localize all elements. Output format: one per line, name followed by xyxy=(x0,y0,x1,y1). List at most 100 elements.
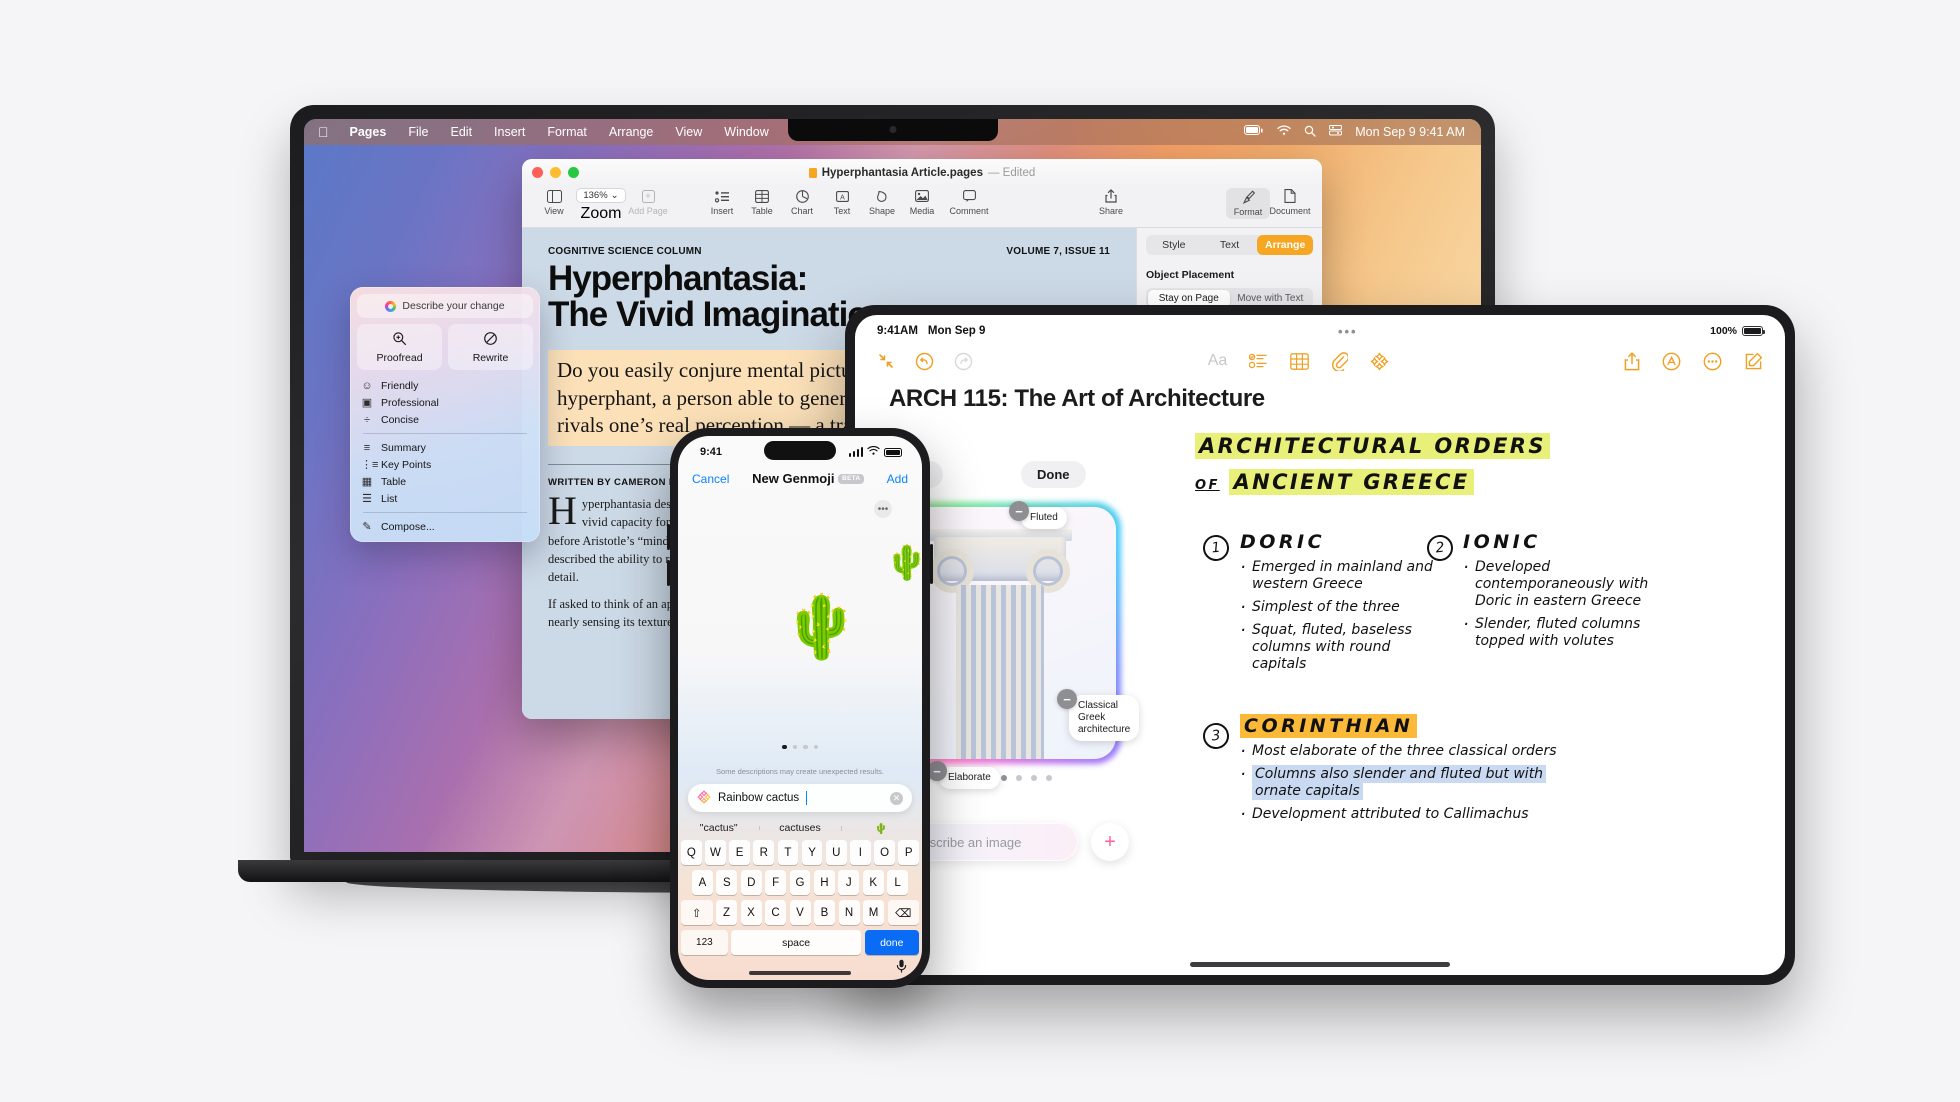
page-dot-3[interactable] xyxy=(1031,775,1037,781)
menu-item-view[interactable]: View xyxy=(664,125,713,139)
page-dot-4[interactable] xyxy=(1046,775,1052,781)
key-y[interactable]: Y xyxy=(801,840,823,865)
tab-arrange[interactable]: Arrange xyxy=(1257,235,1313,255)
tag-elaborate[interactable]: Elaborate xyxy=(939,767,1000,789)
space-key[interactable]: space xyxy=(731,930,861,955)
ipad-multitask-handle[interactable]: ••• xyxy=(985,324,1710,339)
menu-item-file[interactable]: File xyxy=(397,125,439,139)
describe-change-field[interactable]: Describe your change xyxy=(357,294,533,318)
key-a[interactable]: A xyxy=(692,870,713,895)
key-u[interactable]: U xyxy=(825,840,847,865)
toolbar-media-button[interactable]: Media xyxy=(902,188,942,216)
toolbar-share-button[interactable]: Share xyxy=(1091,188,1131,216)
key-f[interactable]: F xyxy=(765,870,787,895)
key-p[interactable]: P xyxy=(898,840,920,865)
rewrite-button[interactable]: Rewrite xyxy=(448,324,533,370)
page-dot-1[interactable] xyxy=(1001,775,1007,781)
toolbar-table-button[interactable]: Table xyxy=(742,188,782,216)
compose-icon[interactable] xyxy=(1744,352,1763,371)
key-v[interactable]: V xyxy=(789,900,811,925)
microphone-icon[interactable] xyxy=(896,959,907,976)
remove-tag-fluted-button[interactable]: − xyxy=(1009,501,1029,521)
toolbar-format-button[interactable]: Format xyxy=(1226,188,1270,219)
key-k[interactable]: K xyxy=(862,870,884,895)
toolbar-chart-button[interactable]: Chart xyxy=(782,188,822,216)
remove-tag-elaborate-button[interactable]: − xyxy=(927,761,947,781)
key-j[interactable]: J xyxy=(838,870,860,895)
attachment-icon[interactable] xyxy=(1331,351,1349,371)
toolbar-zoom-control[interactable]: 136% ⌄ Zoom xyxy=(574,188,628,223)
format-key-points[interactable]: ⋮≡ Key Points xyxy=(361,456,529,473)
clear-icon[interactable]: ✕ xyxy=(890,791,903,805)
toolbar-comment-button[interactable]: Comment xyxy=(942,188,996,216)
note-title[interactable]: ARCH 115: The Art of Architecture xyxy=(855,381,1785,413)
menu-item-window[interactable]: Window xyxy=(713,125,779,139)
proofread-button[interactable]: Proofread xyxy=(357,324,442,370)
toolbar-shape-button[interactable]: Shape xyxy=(862,188,902,216)
key-b[interactable]: B xyxy=(814,900,835,925)
key-o[interactable]: O xyxy=(874,840,895,865)
key-m[interactable]: M xyxy=(863,900,884,925)
toolbar-document-button[interactable]: Document xyxy=(1269,188,1311,216)
checklist-icon[interactable] xyxy=(1249,353,1268,369)
prediction-3[interactable]: 🌵 xyxy=(840,822,922,835)
prediction-2[interactable]: cactuses xyxy=(759,822,840,834)
key-d[interactable]: D xyxy=(740,870,762,895)
toolbar-insert-button[interactable]: Insert xyxy=(702,188,742,216)
notes-canvas[interactable]: ARCHITECTURAL ORDERS OF ANCIENT GREECE 1… xyxy=(855,413,1785,975)
power-button[interactable] xyxy=(930,544,933,584)
markup-icon[interactable] xyxy=(1662,352,1681,371)
toolbar-add-page-button[interactable]: + Add Page xyxy=(628,188,668,216)
key-l[interactable]: L xyxy=(887,870,909,895)
key-e[interactable]: E xyxy=(729,840,750,865)
genmoji-dot-4[interactable] xyxy=(813,744,818,749)
compose-item[interactable]: ✎ Compose... xyxy=(361,518,529,535)
menu-item-arrange[interactable]: Arrange xyxy=(598,125,664,139)
key-h[interactable]: H xyxy=(813,870,835,895)
menu-item-format[interactable]: Format xyxy=(536,125,598,139)
battery-icon[interactable] xyxy=(1244,125,1264,139)
toolbar-text-button[interactable]: A Text xyxy=(822,188,862,216)
control-center-icon[interactable] xyxy=(1329,125,1343,139)
tone-professional[interactable]: ▣ Professional xyxy=(361,394,529,411)
text-format-icon[interactable]: Aa xyxy=(1208,353,1228,369)
key-g[interactable]: G xyxy=(789,870,811,895)
done-key[interactable]: done xyxy=(864,930,919,955)
menu-item-insert[interactable]: Insert xyxy=(483,125,536,139)
redo-icon[interactable] xyxy=(954,352,973,371)
wifi-icon[interactable] xyxy=(1277,125,1291,139)
key-t[interactable]: T xyxy=(777,840,799,865)
format-table[interactable]: ▦ Table xyxy=(361,473,529,490)
apple-intelligence-icon[interactable] xyxy=(1370,352,1389,371)
genmoji-prompt-input[interactable]: Rainbow cactus ✕ xyxy=(688,784,912,812)
genmoji-preview-area[interactable]: 🌵 🌵 🌵 ••• xyxy=(678,488,922,767)
key-n[interactable]: N xyxy=(838,900,860,925)
image-playground-done-button[interactable]: Done xyxy=(1021,461,1086,488)
key-w[interactable]: W xyxy=(705,840,726,865)
key-q[interactable]: Q xyxy=(680,840,702,865)
ellipsis-icon[interactable]: ••• xyxy=(874,500,892,518)
menu-item-edit[interactable]: Edit xyxy=(440,125,484,139)
key-z[interactable]: Z xyxy=(716,900,737,925)
add-concept-button[interactable]: + xyxy=(1091,823,1129,861)
search-icon[interactable] xyxy=(1304,125,1316,140)
tag-classical-greek-architecture[interactable]: Classical Greek architecture xyxy=(1069,695,1139,741)
format-list[interactable]: ☰ List xyxy=(361,490,529,507)
remove-tag-classical-button[interactable]: − xyxy=(1057,689,1077,709)
key-i[interactable]: I xyxy=(850,840,871,865)
key-x[interactable]: X xyxy=(740,900,762,925)
prediction-1[interactable]: "cactus" xyxy=(678,822,759,834)
genmoji-next-image[interactable]: 🌵 xyxy=(886,546,922,580)
table-icon[interactable] xyxy=(1290,352,1310,370)
tab-text[interactable]: Text xyxy=(1202,235,1258,255)
toolbar-view-button[interactable]: View xyxy=(534,188,574,216)
genmoji-dot-3[interactable] xyxy=(803,744,808,749)
genmoji-main-image[interactable]: 🌵 xyxy=(783,596,860,659)
menubar-clock[interactable]: Mon Sep 9 9:41 AM xyxy=(1355,125,1465,139)
key-c[interactable]: C xyxy=(765,900,786,925)
genmoji-cancel-button[interactable]: Cancel xyxy=(692,472,729,486)
genmoji-add-button[interactable]: Add xyxy=(887,472,908,486)
collapse-icon[interactable] xyxy=(877,352,895,370)
zoom-select[interactable]: 136% ⌄ xyxy=(576,188,626,203)
tab-style[interactable]: Style xyxy=(1146,235,1202,255)
